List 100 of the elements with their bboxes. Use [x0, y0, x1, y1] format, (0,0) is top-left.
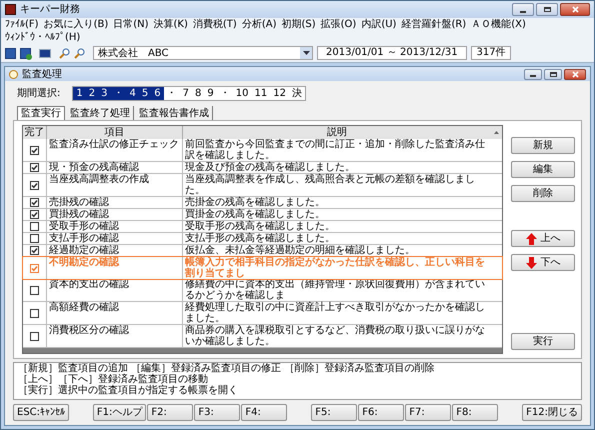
table-cell-text: 受取手形の残高を確認しました。: [184, 221, 336, 232]
table-cell: 現・預金の残高確認: [47, 162, 183, 173]
action-button[interactable]: 新規: [511, 137, 575, 154]
menu-item[interactable]: お気に入り(B): [44, 18, 108, 31]
action-button[interactable]: 実行: [511, 333, 575, 350]
checkbox[interactable]: [30, 198, 39, 207]
table-cell: 不明勘定の確認: [47, 257, 183, 279]
checkbox[interactable]: [30, 246, 39, 255]
count-field: 317件: [470, 46, 511, 60]
table-cell-text: 当座残高調整表を作成し、残高照合表と元帳の差額を確認しました。: [184, 174, 476, 196]
menu-item[interactable]: 日常(N): [113, 18, 149, 31]
period-option[interactable]: 2: [86, 87, 98, 100]
table-row[interactable]: 経過勘定の確認 仮払金、未払金等経過勘定の明細を確認しました。: [23, 245, 502, 257]
function-key-button[interactable]: F2:: [147, 404, 194, 421]
table-cell-text: 帳簿入力で相手科目の指定がなかった仕訳を確認し、正しい科目を割り当てまし: [184, 257, 486, 279]
table-row[interactable]: 高額経費の確認 経費処理した取引の中に資産計上すべき取引がなかったかを確認しました。: [23, 302, 502, 325]
period-option[interactable]: 5: [138, 87, 152, 100]
table-cell: 監査済み仕訳の修正チェック: [47, 139, 183, 161]
close-button[interactable]: [564, 68, 586, 80]
table-cell-text: 仮払金、未払金等経過勘定の明細を確認しました。: [184, 245, 416, 256]
minimize-button[interactable]: [524, 68, 542, 80]
table-row[interactable]: 買掛残の確認 買掛金の残高を確認しました。: [23, 209, 502, 221]
tab[interactable]: 監査終了処理: [67, 106, 134, 120]
table-row[interactable]: 消費税区分の確認 商品券の購入を課税取引とするなど、消費税の取り扱いに誤りがないか確認しました。: [23, 325, 502, 348]
menu-item[interactable]: 消費税(T): [192, 18, 237, 31]
checkbox[interactable]: [30, 286, 39, 294]
save-add-icon[interactable]: [20, 48, 31, 58]
company-dropdown[interactable]: 株式会社 ABC: [93, 46, 313, 60]
action-button[interactable]: 編集: [511, 161, 575, 178]
dialog-title: 監査処理: [22, 68, 62, 82]
function-key-button[interactable]: F3:: [194, 404, 240, 421]
menu-item[interactable]: 経営羅針盤(R): [401, 18, 466, 31]
period-option[interactable]: 1: [73, 87, 86, 100]
checkbox[interactable]: [30, 163, 39, 172]
table-cell-text: 支払手形の残高を確認しました。: [184, 233, 336, 244]
tab[interactable]: 監査報告書作成: [136, 106, 213, 120]
minimize-button[interactable]: [512, 3, 534, 16]
function-key-button[interactable]: F4:: [241, 404, 288, 421]
table-cell-text: 売掛金の残高を確認しました。: [184, 197, 326, 208]
save-icon[interactable]: [5, 48, 16, 58]
maximize-button[interactable]: [544, 68, 562, 80]
close-icon: [572, 70, 578, 78]
period-selector[interactable]: 1 2 3 ・ 4 5 6 ・ 7 8 9 ・ 10 11 12 決: [72, 86, 306, 101]
period-option[interactable]: 4: [126, 87, 139, 100]
table-cell-text: 経費処理した取引の中に資産計上すべき取引がなかったかを確認しました。: [184, 302, 486, 324]
menu-item[interactable]: ﾌｧｲﾙ(F): [5, 18, 39, 31]
table-row[interactable]: 支払手形の確認 支払手形の残高を確認しました。: [23, 233, 502, 245]
checkbox[interactable]: [30, 308, 39, 318]
menu-item[interactable]: 拡張(O): [320, 18, 356, 31]
checkbox[interactable]: [30, 222, 39, 231]
help-text: ［新規］監査項目の追加 ［編集］登録済み監査項目の修正 ［削除］登録済み監査項目の削除 ［上へ］［下へ］登録済み監査項目の移動 ［実行］選択中の監査項目が指定する帳票を開く: [13, 362, 582, 400]
action-button[interactable]: 削除: [511, 185, 575, 202]
checkbox[interactable]: [30, 264, 39, 272]
table-row[interactable]: 売掛残の確認 売掛金の残高を確認しました。: [23, 197, 502, 209]
menu-item[interactable]: 決算(K): [154, 18, 188, 31]
move-down-button[interactable]: 下へ: [511, 254, 575, 271]
window-title: キーパー財務: [20, 2, 80, 17]
menu-item[interactable]: 初期(S): [281, 18, 316, 31]
function-key-button[interactable]: F5:: [311, 404, 358, 421]
table-cell: 支払手形の確認: [47, 233, 183, 244]
function-key-button[interactable]: F7:: [405, 404, 452, 421]
table-row[interactable]: 当座残高調整表の作成 当座残高調整表を作成し、残高照合表と元帳の差額を確認しました。: [23, 174, 502, 197]
table-cell-text: 買掛金の残高を確認しました。: [184, 209, 326, 220]
function-key-button[interactable]: F1:ヘルプ: [92, 404, 146, 421]
table-row[interactable]: 現・預金の残高確認 現金及び預金の残高を確認しました。: [23, 162, 502, 174]
function-key-button[interactable]: F8:: [452, 404, 498, 421]
checkbox[interactable]: [30, 234, 39, 243]
close-icon: [572, 6, 578, 13]
menu-item[interactable]: 分析(A): [242, 18, 276, 31]
checkbox[interactable]: [30, 210, 39, 219]
period-option[interactable]: 3: [98, 87, 110, 100]
maximize-button[interactable]: [536, 3, 558, 16]
search-icon[interactable]: [74, 48, 85, 58]
table-cell: 買掛残の確認: [47, 209, 183, 220]
table-cell: 売掛残の確認: [47, 197, 183, 208]
menu-item[interactable]: ＡＯ機能(X): [471, 18, 526, 31]
function-key-button[interactable]: ESC:ｷｬﾝｾﾙ: [13, 404, 70, 421]
checkbox[interactable]: [30, 180, 39, 190]
table-row[interactable]: 受取手形の確認 受取手形の残高を確認しました。: [23, 221, 502, 233]
function-key-button[interactable]: F6:: [358, 404, 404, 421]
table-cell-text: 前回監査から今回監査までの間に訂正・追加・削除した監査済み仕訳を確認しました。: [184, 139, 486, 161]
search-icon[interactable]: [59, 48, 70, 58]
period-option[interactable]: 6: [151, 87, 164, 100]
period-field: 2013/01/01 ～ 2013/12/31: [317, 46, 467, 60]
move-up-button[interactable]: 上へ: [511, 230, 575, 247]
checkbox[interactable]: [30, 332, 39, 340]
table-cell-text: 商品券の購入を課税取引とするなど、消費税の取り扱いに誤りがないか確認しました。: [184, 325, 486, 347]
tab[interactable]: 監査実行: [17, 106, 65, 120]
table-cell: 受取手形の確認: [47, 221, 183, 232]
function-key-button[interactable]: F12:閉じる: [522, 404, 582, 421]
arrow-up-icon: [526, 232, 536, 244]
checkbox[interactable]: [30, 146, 39, 154]
table-row[interactable]: 監査済み仕訳の修正チェック 前回監査から今回監査までの間に訂正・追加・削除した監査済み仕訳を確認しました。: [23, 139, 502, 162]
close-button[interactable]: [560, 3, 590, 16]
menu-item[interactable]: ｳｨﾝﾄﾞｳ・ﾍﾙﾌﾟ(H): [5, 31, 80, 44]
period-option[interactable]: ・: [110, 87, 126, 100]
app-logo-icon: [5, 4, 16, 15]
arrow-down-icon: [526, 256, 536, 268]
menu-item[interactable]: 内訳(U): [361, 18, 396, 31]
image-icon[interactable]: [39, 48, 51, 58]
